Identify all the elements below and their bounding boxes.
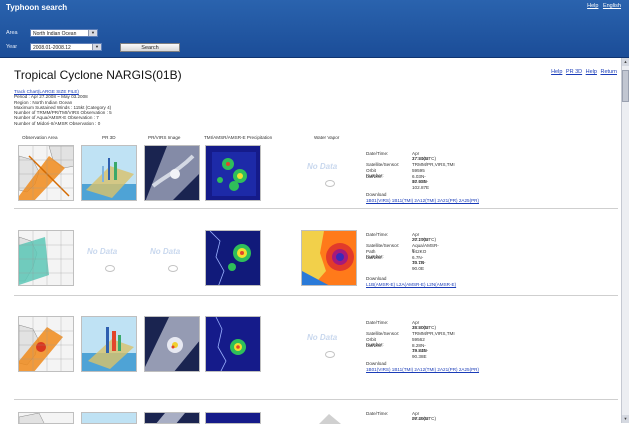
no-data-text: No Data xyxy=(307,333,338,342)
pr-virs-no-data: No Data xyxy=(144,230,200,286)
download-links[interactable]: 1B01(VIRS) 1B11(TMI) 2A12(TMI) 2A21(PR) … xyxy=(366,367,479,372)
col-observation-area: Observation Area xyxy=(22,135,58,140)
search-button[interactable]: Search xyxy=(120,43,180,52)
water-vapor-no-data: No Data xyxy=(301,145,357,201)
chevron-down-icon[interactable]: ▼ xyxy=(88,30,97,36)
search-header: Typhoon search Help English Area North I… xyxy=(0,0,629,58)
water-vapor-image[interactable] xyxy=(301,412,357,424)
col-pr3d: PR 3D xyxy=(102,135,116,140)
precipitation-image[interactable] xyxy=(205,412,261,424)
no-data-icon xyxy=(325,351,335,358)
chevron-down-icon[interactable]: ▼ xyxy=(92,44,101,50)
row-divider xyxy=(14,295,618,296)
pr-virs-image[interactable] xyxy=(144,412,200,424)
year-select[interactable]: 2008.01-2008.12 ▼ xyxy=(30,43,102,51)
download-links[interactable]: L1B(AMSR-E) L2A(AMSR-E) L2N(AMSR-E) xyxy=(366,282,456,287)
observation-area-map[interactable] xyxy=(18,230,74,286)
pr3d-image[interactable] xyxy=(81,145,137,201)
col-precipitation: TMI/AMSR/AMSR-E Precipitation xyxy=(204,135,273,140)
no-data-text: No Data xyxy=(307,162,338,171)
scroll-up-arrow-icon[interactable]: ▲ xyxy=(622,58,629,66)
pr-virs-image[interactable] xyxy=(144,316,200,372)
observation-area-map[interactable] xyxy=(18,145,74,201)
area-select-value: North Indian Ocean xyxy=(33,31,77,37)
download-links[interactable]: 1B01(VIRS) 1B11(TMI) 2A12(TMI) 2A21(PR) … xyxy=(366,198,479,203)
scroll-thumb[interactable] xyxy=(622,70,629,102)
top-help-link[interactable]: Help xyxy=(587,3,598,9)
scroll-down-arrow-icon[interactable]: ▼ xyxy=(622,415,629,423)
col-water-vapor: Water Vapor xyxy=(314,135,340,140)
main-content: Tropical Cyclone NARGIS(01B) Help PR 3D … xyxy=(0,58,621,424)
area-label: Area xyxy=(6,30,18,36)
help-link-2[interactable]: Help xyxy=(586,69,597,75)
row-divider xyxy=(14,399,618,400)
pr3d-image[interactable] xyxy=(81,412,137,424)
pr-virs-image[interactable] xyxy=(144,145,200,201)
no-data-icon xyxy=(105,265,115,272)
row-divider xyxy=(14,208,618,209)
observation-area-map[interactable] xyxy=(18,412,74,424)
info-midori-count: Number of Midori-II/AMSR Observation : 0 xyxy=(14,120,101,126)
col-pr-virs-image: PR/VIRS Image xyxy=(148,135,181,140)
precipitation-image[interactable] xyxy=(205,230,261,286)
water-vapor-no-data: No Data xyxy=(301,316,357,372)
top-english-link[interactable]: English xyxy=(603,3,621,9)
no-data-icon xyxy=(168,265,178,272)
cyclone-info: Track Chart(LARGE SIZE FILE) Period : Ap… xyxy=(14,89,112,126)
area-select[interactable]: North Indian Ocean ▼ xyxy=(30,29,98,37)
no-data-text: No Data xyxy=(150,247,181,256)
page-title: Tropical Cyclone NARGIS(01B) xyxy=(14,68,182,82)
pr3d-no-data: No Data xyxy=(81,230,137,286)
info-aqua-count: Number of Aqua/AMSR-E Observation : 7 xyxy=(14,115,99,121)
app-title: Typhoon search xyxy=(6,3,68,12)
return-link[interactable]: Return xyxy=(600,69,617,75)
water-vapor-image[interactable] xyxy=(301,230,357,286)
observation-area-map[interactable] xyxy=(18,316,74,372)
no-data-text: No Data xyxy=(87,247,118,256)
no-data-icon xyxy=(325,180,335,187)
top-links: Help English xyxy=(584,3,621,9)
vertical-scrollbar[interactable]: ▲ ▼ xyxy=(621,58,629,423)
year-label: Year xyxy=(6,44,18,50)
pr3d-image[interactable] xyxy=(81,316,137,372)
page-links: Help PR 3D Help Return xyxy=(549,69,617,75)
precipitation-image[interactable] xyxy=(205,145,261,201)
help-link[interactable]: Help xyxy=(551,69,562,75)
year-select-value: 2008.01-2008.12 xyxy=(33,45,71,51)
pr3d-link[interactable]: PR 3D xyxy=(566,69,582,75)
precipitation-image[interactable] xyxy=(205,316,261,372)
